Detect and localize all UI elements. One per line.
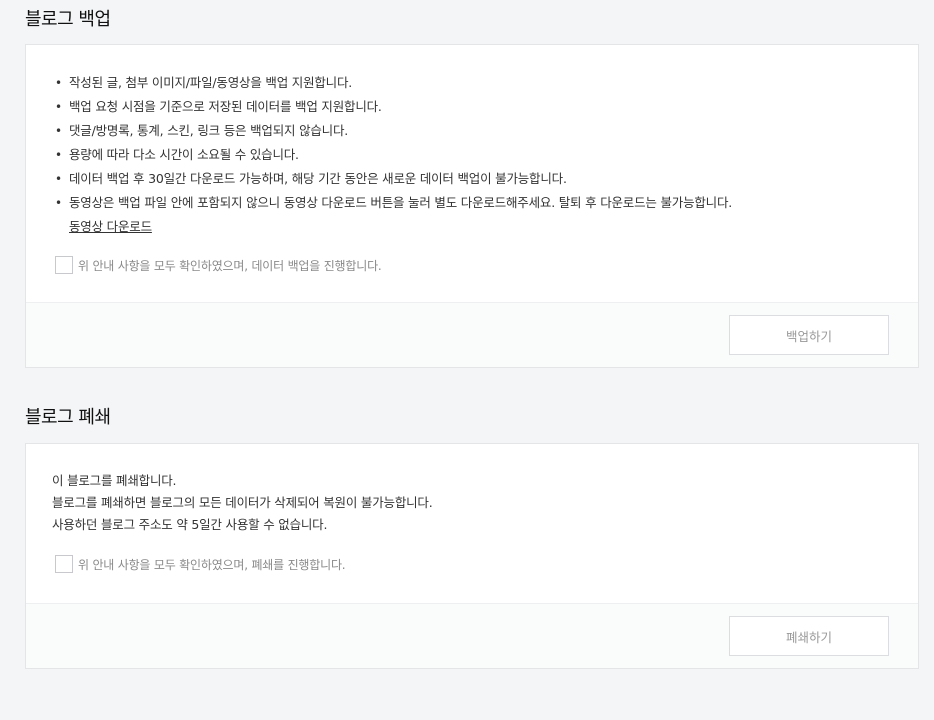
backup-button[interactable]: 백업하기 — [729, 315, 889, 355]
backup-notice-list: • 작성된 글, 첨부 이미지/파일/동영상을 백업 지원합니다. • 백업 요청 … — [52, 71, 892, 239]
close-card: 이 블로그를 폐쇄합니다. 블로그를 폐쇄하면 블로그의 모든 데이터가 삭제되… — [25, 443, 919, 669]
backup-notice-item: • 댓글/방명록, 통계, 스킨, 링크 등은 백업되지 않습니다. — [55, 123, 349, 138]
backup-notice-item: • 용량에 따라 다소 시간이 소요될 수 있습니다. — [55, 147, 299, 162]
backup-section-title: 블로그 백업 — [25, 9, 111, 30]
close-agree-label[interactable]: 위 안내 사항을 모두 확인하였으며, 폐쇄를 진행합니다. — [78, 556, 346, 573]
backup-notice-item: • 작성된 글, 첨부 이미지/파일/동영상을 백업 지원합니다. — [55, 75, 353, 90]
close-info-line: 이 블로그를 폐쇄합니다. — [52, 473, 177, 488]
close-agree-row[interactable]: 위 안내 사항을 모두 확인하였으며, 폐쇄를 진행합니다. — [52, 554, 892, 574]
video-download-link[interactable]: 동영상 다운로드 — [69, 217, 152, 237]
close-blog-button[interactable]: 폐쇄하기 — [729, 616, 889, 656]
backup-card-footer: 백업하기 — [26, 302, 918, 367]
backup-card: • 작성된 글, 첨부 이미지/파일/동영상을 백업 지원합니다. • 백업 요청 … — [25, 44, 919, 368]
close-info-line: 블로그를 폐쇄하면 블로그의 모든 데이터가 삭제되어 복원이 불가능합니다. — [52, 495, 433, 510]
backup-notice-item: • 동영상은 백업 파일 안에 포함되지 않으니 동영상 다운로드 버튼을 눌러 … — [52, 191, 892, 239]
close-info-line: 사용하던 블로그 주소도 약 5일간 사용할 수 없습니다. — [52, 517, 328, 532]
close-section: 블로그 폐쇄 — [25, 406, 919, 430]
close-agree-checkbox[interactable] — [55, 555, 73, 573]
close-section-title: 블로그 폐쇄 — [25, 407, 111, 428]
backup-agree-checkbox[interactable] — [55, 256, 73, 274]
close-card-footer: 폐쇄하기 — [26, 603, 918, 668]
backup-agree-row[interactable]: 위 안내 사항을 모두 확인하였으며, 데이터 백업을 진행합니다. — [52, 255, 892, 275]
backup-notice-item: • 백업 요청 시점을 기준으로 저장된 데이터를 백업 지원합니다. — [55, 99, 382, 114]
backup-notice-item: • 데이터 백업 후 30일간 다운로드 가능하며, 해당 기간 동안은 새로운 … — [55, 171, 567, 186]
backup-section: 블로그 백업 — [25, 8, 919, 32]
backup-agree-label[interactable]: 위 안내 사항을 모두 확인하였으며, 데이터 백업을 진행합니다. — [78, 257, 382, 274]
